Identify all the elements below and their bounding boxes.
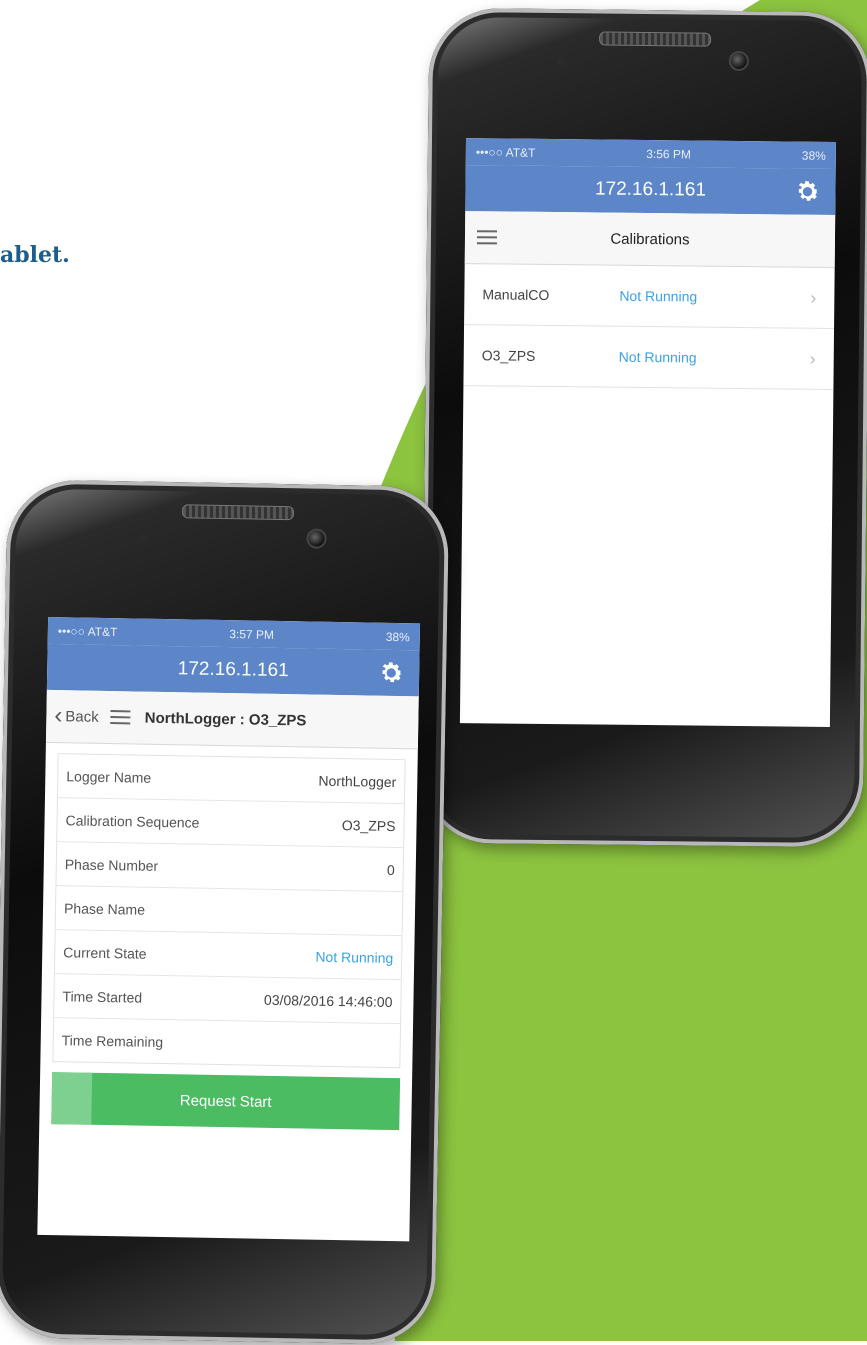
sensor-dot — [556, 57, 565, 66]
row-value: 03/08/2016 14:46:00 — [263, 991, 393, 1010]
table-row: Phase Number 0 — [56, 842, 404, 893]
calibration-name: ManualCO — [482, 286, 550, 303]
nav-bar: Calibrations — [464, 211, 836, 268]
table-row: Time Remaining — [53, 1018, 400, 1067]
clock: 3:57 PM — [229, 626, 275, 642]
calibration-status: Not Running — [619, 287, 698, 305]
calibration-status: Not Running — [618, 348, 697, 366]
calibration-name: O3_ZPS — [481, 347, 536, 364]
screen-calibration-detail: •••○○ AT&T 3:57 PM 38% 172.16.1.161 ‹ Ba… — [37, 616, 421, 1242]
gear-icon[interactable] — [793, 178, 821, 206]
nav-title: Calibrations — [610, 230, 690, 248]
screen-calibrations: •••○○ AT&T 3:56 PM 38% 172.16.1.161 Cali… — [459, 138, 837, 727]
list-item[interactable]: O3_ZPS Not Running › — [463, 325, 835, 390]
nav-title: NorthLogger : O3_ZPS — [144, 709, 307, 729]
page-title: 172.16.1.161 — [594, 178, 707, 201]
row-label: Current State — [63, 943, 147, 962]
back-label: Back — [65, 707, 99, 726]
row-label: Time Remaining — [61, 1031, 164, 1050]
row-value: O3_ZPS — [341, 816, 396, 834]
phone-calibration-detail: •••○○ AT&T 3:57 PM 38% 172.16.1.161 ‹ Ba… — [0, 479, 450, 1345]
speaker-grille — [598, 31, 712, 47]
table-row: Logger Name NorthLogger — [57, 754, 405, 805]
status-bar: •••○○ AT&T 3:56 PM 38% — [465, 138, 837, 169]
menu-icon[interactable] — [110, 710, 131, 725]
row-label: Logger Name — [66, 767, 152, 786]
menu-icon[interactable] — [476, 230, 498, 245]
cropped-text-fragment: ablet. — [0, 242, 70, 268]
app-titlebar: 172.16.1.161 — [46, 643, 420, 697]
row-label: Calibration Sequence — [65, 811, 200, 831]
table-row: Calibration Sequence O3_ZPS — [57, 798, 404, 849]
request-start-label: Request Start — [179, 1091, 272, 1111]
row-label: Phase Number — [64, 855, 159, 874]
chevron-right-icon: › — [810, 287, 817, 308]
table-row: Phase Name — [55, 886, 403, 937]
gear-icon[interactable] — [377, 659, 405, 687]
chevron-right-icon: › — [809, 348, 816, 369]
battery-label: 38% — [385, 629, 410, 644]
battery-label: 38% — [801, 148, 826, 163]
speaker-grille — [181, 504, 295, 521]
row-label: Phase Name — [63, 899, 146, 918]
list-item[interactable]: ManualCO Not Running › — [464, 264, 835, 329]
detail-table: Logger Name NorthLogger Calibration Sequ… — [52, 753, 406, 1069]
phone-calibrations: •••○○ AT&T 3:56 PM 38% 172.16.1.161 Cali… — [420, 7, 867, 848]
row-label: Time Started — [62, 987, 143, 1006]
table-row: Current State Not Running — [54, 930, 402, 981]
clock: 3:56 PM — [646, 146, 692, 161]
nav-bar: ‹ Back NorthLogger : O3_ZPS — [45, 689, 419, 750]
row-value: NorthLogger — [318, 772, 397, 790]
chevron-left-icon: ‹ — [54, 702, 63, 730]
row-value: 0 — [386, 861, 395, 878]
page-title: 172.16.1.161 — [177, 658, 289, 682]
carrier-label: •••○○ AT&T — [57, 623, 118, 639]
row-value: Not Running — [315, 948, 394, 966]
back-button[interactable]: ‹ Back — [54, 702, 99, 730]
carrier-label: •••○○ AT&T — [475, 144, 536, 160]
front-camera — [728, 50, 749, 72]
request-start-button[interactable]: Request Start — [51, 1072, 401, 1131]
app-titlebar: 172.16.1.161 — [465, 165, 836, 215]
table-row: Time Started 03/08/2016 14:46:00 — [54, 974, 401, 1025]
sensor-dot — [139, 533, 148, 542]
